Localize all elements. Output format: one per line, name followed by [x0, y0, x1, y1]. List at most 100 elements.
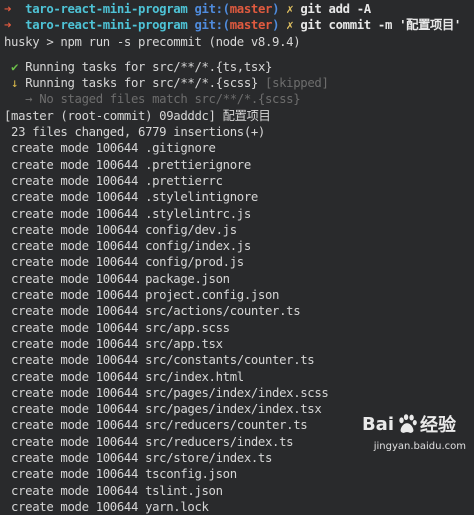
create-mode-prefix: create mode 100644	[4, 255, 146, 270]
baidu-logo: Bai 经验	[362, 412, 456, 437]
create-mode-prefix: create mode 100644	[4, 353, 146, 368]
prompt-line-2: ➜ taro-react-mini-program git:(master) ✗…	[4, 17, 470, 33]
check-icon: ✔	[11, 59, 19, 74]
create-mode-line: create mode 100644 yarn.lock	[4, 499, 470, 515]
create-mode-prefix: create mode 100644	[4, 141, 146, 156]
create-mode-prefix: create mode 100644	[4, 434, 146, 449]
create-mode-prefix: create mode 100644	[4, 222, 146, 237]
paw-icon	[399, 414, 417, 433]
no-staged-text: → No staged files match src/**/*.{scss}	[25, 92, 301, 107]
repo-name: taro-react-mini-program	[25, 18, 188, 33]
file-path: src/reducers/counter.ts	[145, 418, 308, 433]
file-path: src/actions/counter.ts	[145, 304, 301, 319]
create-mode-line: create mode 100644 .prettierrc	[4, 173, 470, 189]
file-path: .stylelintignore	[145, 190, 258, 205]
create-mode-prefix: create mode 100644	[4, 385, 146, 400]
file-list: create mode 100644 .gitignore create mod…	[4, 140, 470, 515]
create-mode-prefix: create mode 100644	[4, 239, 146, 254]
file-path: src/pages/index/index.scss	[145, 385, 329, 400]
husky-line: husky > npm run -s precommit (node v8.9.…	[4, 34, 301, 49]
baidu-watermark: Bai 经验 jingyan.baidu.com	[338, 412, 466, 453]
create-mode-line: create mode 100644 config/prod.js	[4, 254, 470, 270]
arrow-down-icon: ↓	[11, 76, 19, 91]
file-path: src/reducers/index.ts	[145, 434, 294, 449]
create-mode-prefix: create mode 100644	[4, 483, 146, 498]
terminal-window[interactable]: ➜ taro-react-mini-program git:(master) ✗…	[0, 0, 474, 514]
file-path: src/pages/index/index.tsx	[145, 402, 322, 417]
create-mode-line: create mode 100644 .gitignore	[4, 140, 470, 156]
create-mode-line: create mode 100644 src/index.html	[4, 369, 470, 385]
create-mode-prefix: create mode 100644	[4, 336, 146, 351]
file-path: src/app.scss	[145, 320, 230, 335]
file-path: src/index.html	[145, 369, 244, 384]
create-mode-prefix: create mode 100644	[4, 190, 146, 205]
task-line-1: ✔ Running tasks for src/**/*.{ts,tsx}	[4, 59, 470, 75]
create-mode-prefix: create mode 100644	[4, 157, 146, 172]
create-mode-prefix: create mode 100644	[4, 467, 146, 482]
create-mode-prefix: create mode 100644	[4, 173, 146, 188]
create-mode-line: create mode 100644 src/constants/counter…	[4, 352, 470, 368]
file-path: src/store/index.ts	[145, 451, 273, 466]
create-mode-line: create mode 100644 .prettierignore	[4, 157, 470, 173]
watermark-url: jingyan.baidu.com	[373, 441, 466, 452]
file-path: config/index.js	[145, 239, 251, 254]
file-path: yarn.lock	[145, 499, 209, 514]
prompt-line-1: ➜ taro-react-mini-program git:(master) ✗…	[4, 1, 470, 17]
create-mode-line: create mode 100644 src/app.scss	[4, 320, 470, 336]
create-mode-line: create mode 100644 package.json	[4, 271, 470, 287]
git-label: git:(	[194, 18, 230, 33]
prompt-arrow-icon: ➜	[4, 2, 12, 16]
create-mode-line: create mode 100644 config/index.js	[4, 238, 470, 254]
create-mode-line: create mode 100644 .stylelintrc.js	[4, 206, 470, 222]
summary-line: 23 files changed, 6779 insertions(+)	[4, 125, 265, 140]
file-path: .prettierrc	[145, 173, 223, 188]
create-mode-prefix: create mode 100644	[4, 304, 146, 319]
file-path: src/app.tsx	[145, 336, 223, 351]
repo-name: taro-react-mini-program	[25, 2, 188, 16]
brand-text-2: 经验	[420, 415, 456, 436]
file-path: config/dev.js	[145, 222, 237, 237]
create-mode-prefix: create mode 100644	[4, 206, 146, 221]
file-path: config/prod.js	[145, 255, 244, 270]
create-mode-prefix: create mode 100644	[4, 271, 146, 286]
file-path: src/constants/counter.ts	[145, 353, 315, 368]
create-mode-prefix: create mode 100644	[4, 451, 146, 466]
dirty-icon: ✗	[286, 2, 294, 16]
command-text: git add -A	[300, 2, 371, 16]
branch-name: master	[229, 18, 273, 33]
task-text: Running tasks for src/**/*.{scss}	[25, 76, 258, 91]
skipped-note: [skipped]	[265, 76, 329, 91]
create-mode-line: create mode 100644 src/app.tsx	[4, 336, 470, 352]
task-text: Running tasks for src/**/*.{ts,tsx}	[25, 59, 273, 74]
file-path: .prettierignore	[145, 157, 251, 172]
dirty-icon: ✗	[286, 18, 294, 33]
task-line-2: ↓ Running tasks for src/**/*.{scss} [ski…	[4, 75, 470, 91]
create-mode-line: create mode 100644 .stylelintignore	[4, 189, 470, 205]
create-mode-line: create mode 100644 src/store/index.ts	[4, 450, 470, 466]
create-mode-line: create mode 100644 tsconfig.json	[4, 466, 470, 482]
prompt-arrow-icon: ➜	[4, 18, 12, 33]
git-label: git:(	[194, 2, 230, 16]
create-mode-line: create mode 100644 config/dev.js	[4, 222, 470, 238]
create-mode-prefix: create mode 100644	[4, 288, 146, 303]
create-mode-prefix: create mode 100644	[4, 320, 146, 335]
file-path: project.config.json	[145, 288, 280, 303]
git-close: )	[272, 18, 280, 33]
create-mode-line: create mode 100644 src/actions/counter.t…	[4, 303, 470, 319]
create-mode-prefix: create mode 100644	[4, 402, 146, 417]
git-close: )	[272, 2, 280, 16]
command-text: git commit -m '配置项目'	[300, 18, 461, 33]
create-mode-line: create mode 100644 tslint.json	[4, 483, 470, 499]
file-path: tsconfig.json	[145, 467, 237, 482]
create-mode-line: create mode 100644 src/pages/index/index…	[4, 385, 470, 401]
commit-line: [master (root-commit) 09adddc] 配置项目	[4, 108, 271, 123]
create-mode-prefix: create mode 100644	[4, 418, 146, 433]
branch-name: master	[229, 2, 273, 16]
file-path: tslint.json	[145, 483, 223, 498]
create-mode-prefix: create mode 100644	[4, 369, 146, 384]
create-mode-prefix: create mode 100644	[4, 499, 146, 514]
no-staged-line: → No staged files match src/**/*.{scss}	[4, 91, 470, 107]
file-path: package.json	[145, 271, 230, 286]
file-path: .gitignore	[145, 141, 216, 156]
